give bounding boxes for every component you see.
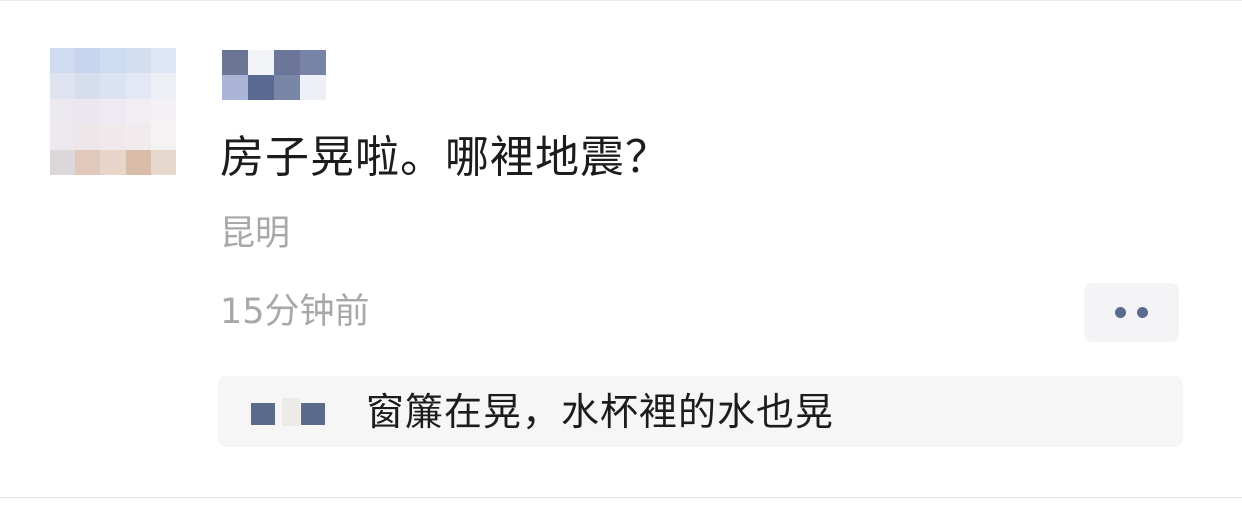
bottom-divider [0, 497, 1242, 498]
location-label[interactable]: 昆明 [220, 210, 290, 258]
more-button[interactable] [1084, 283, 1179, 342]
post-text: 房子晃啦。哪裡地震？ [220, 132, 670, 183]
more-dots-icon [1115, 307, 1126, 318]
commenter-name-pixelated[interactable] [248, 398, 348, 426]
timestamp: 15分钟前 [220, 292, 370, 332]
more-dots-icon [1137, 307, 1148, 318]
top-divider [0, 0, 1242, 1]
avatar[interactable] [50, 48, 176, 175]
username-pixelated[interactable] [222, 50, 326, 100]
comment-item[interactable]: 窗簾在晃，水杯裡的水也晃 [218, 376, 1183, 447]
comment-text: 窗簾在晃，水杯裡的水也晃 [366, 390, 835, 434]
